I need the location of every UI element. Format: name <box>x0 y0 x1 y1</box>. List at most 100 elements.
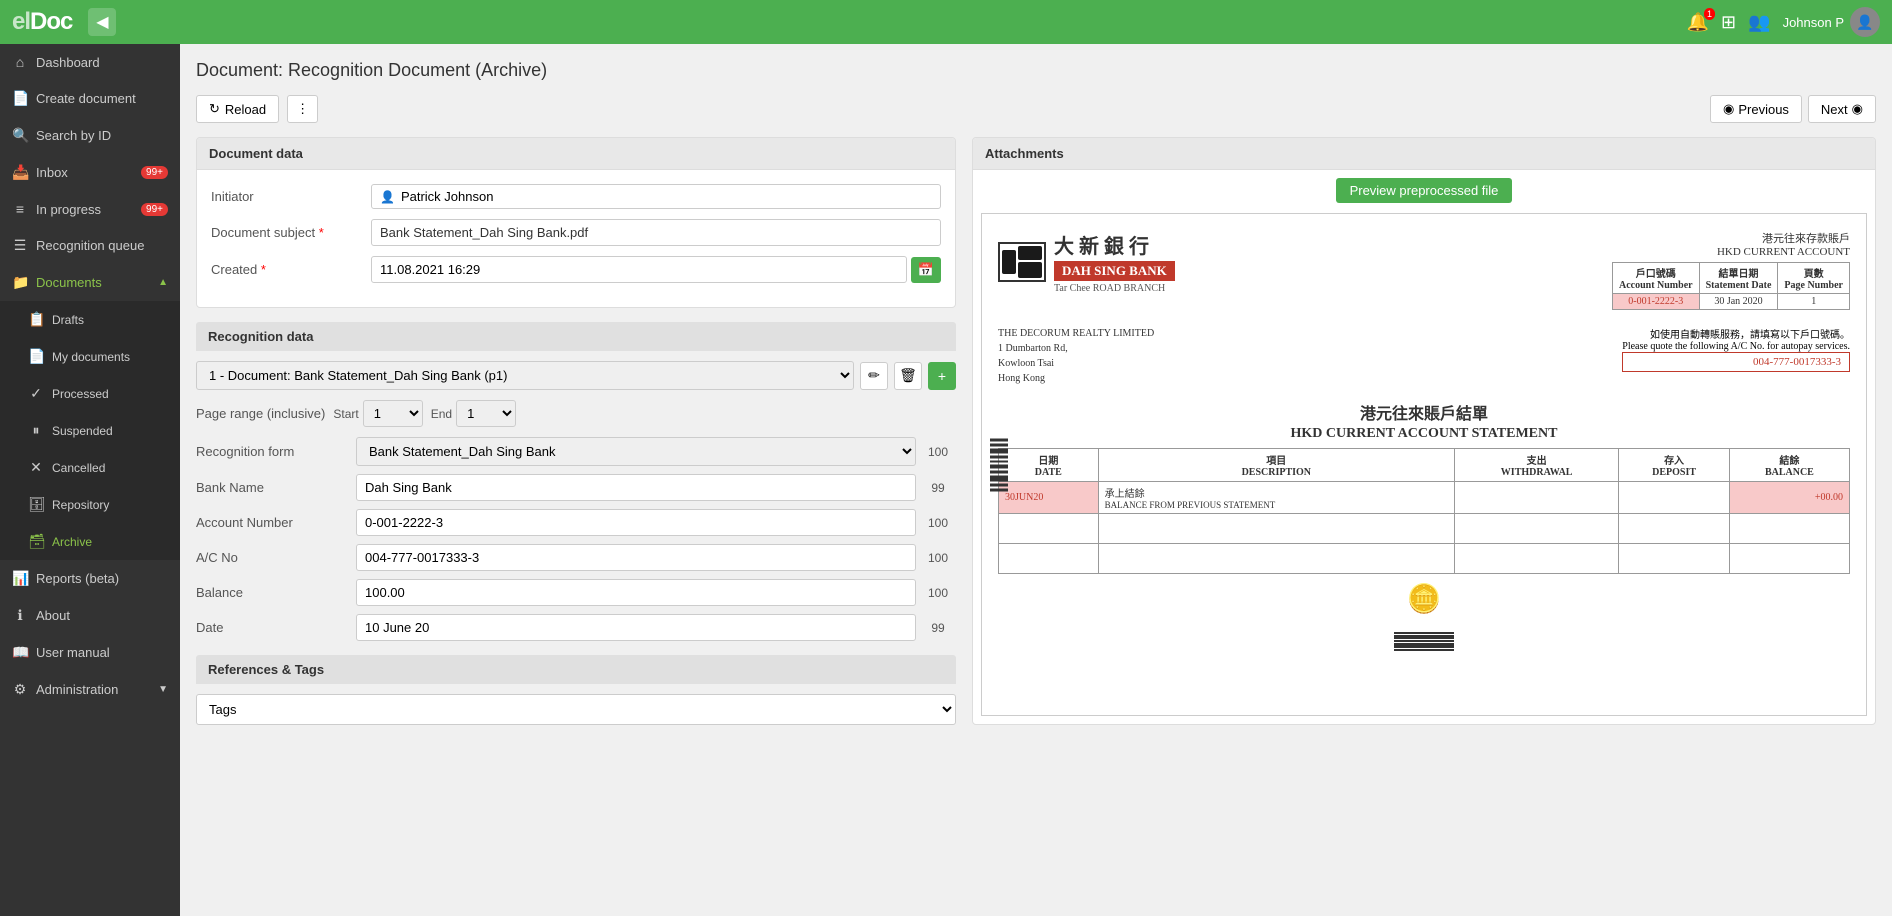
sidebar-item-repository[interactable]: 🗄 Repository <box>0 486 180 523</box>
page-range-start-select[interactable]: 1 <box>363 400 423 427</box>
edit-recognition-button[interactable]: ✏ <box>860 362 888 390</box>
sidebar-item-dashboard[interactable]: ⌂ Dashboard <box>0 44 180 80</box>
bank-logo-area: 大 新 銀 行 DAH SING BANK Tar Chee ROAD BRAN… <box>998 230 1175 294</box>
reload-icon: ↻ <box>209 101 220 117</box>
initiator-row: Initiator 👤 Patrick Johnson <box>211 184 941 209</box>
sidebar-label-drafts: Drafts <box>52 313 84 327</box>
delete-recognition-button[interactable]: 🗑 <box>894 362 922 390</box>
subject-input[interactable] <box>371 219 941 246</box>
account-number-field: 100 <box>356 509 956 536</box>
bank-account-info: 港元往來存款賬戶 HKD CURRENT ACCOUNT 戶口號碼Account… <box>1612 230 1850 310</box>
date-recog-input[interactable] <box>356 614 916 641</box>
reports-icon: 📊 <box>12 570 28 587</box>
sidebar-item-user-manual[interactable]: 📖 User manual <box>0 634 180 671</box>
row-desc-cn: 承上結餘 <box>1105 489 1145 500</box>
recognition-form-row: Recognition form Bank Statement_Dah Sing… <box>196 437 956 466</box>
bank-name-score: 99 <box>920 481 956 495</box>
sidebar-item-archive[interactable]: 🗃 Archive <box>0 523 180 560</box>
reload-button[interactable]: ↻ Reload <box>196 95 279 123</box>
drafts-icon: 📋 <box>28 311 44 328</box>
add-recognition-button[interactable]: + <box>928 362 956 390</box>
initiator-value: Patrick Johnson <box>401 189 494 204</box>
sidebar-item-search-by-id[interactable]: 🔍 Search by ID <box>0 117 180 154</box>
instructions-en: Please quote the following A/C No. for a… <box>1622 341 1850 352</box>
sidebar-label-administration: Administration <box>36 682 118 697</box>
sidebar-item-administration[interactable]: ⚙ Administration ▼ <box>0 671 180 708</box>
preview-preprocessed-button[interactable]: Preview preprocessed file <box>1336 178 1513 203</box>
bank-name-input[interactable] <box>356 474 916 501</box>
notification-badge: 1 <box>1704 8 1715 20</box>
sidebar-label-archive: Archive <box>52 535 92 549</box>
subject-label: Document subject * <box>211 225 371 240</box>
page-range-end-select[interactable]: 1 <box>456 400 516 427</box>
balance-input[interactable] <box>356 579 916 606</box>
statement-title-en: HKD CURRENT ACCOUNT STATEMENT <box>1291 426 1558 442</box>
grid-button[interactable]: ⊞ <box>1721 12 1736 33</box>
repository-icon: 🗄 <box>28 496 44 513</box>
bank-branch: Tar Chee ROAD BRANCH <box>1054 283 1175 294</box>
ac-no-box: 004-777-0017333-3 <box>1622 352 1850 372</box>
sidebar-item-processed[interactable]: ✓ Processed <box>0 375 180 412</box>
topnav-right: 🔔1 ⊞ 👥 Johnson P 👤 <box>1687 7 1880 37</box>
sidebar-label-user-manual: User manual <box>36 645 110 660</box>
sidebar-label-in-progress: In progress <box>36 202 101 217</box>
sidebar-item-documents[interactable]: 📁 Documents ▲ <box>0 264 180 301</box>
date-row-recog: Date 99 <box>196 614 956 641</box>
more-icon: ⋮ <box>296 101 309 117</box>
app-logo: elDoc <box>12 8 72 36</box>
table-row-3 <box>999 544 1850 574</box>
more-options-button[interactable]: ⋮ <box>287 95 318 123</box>
left-panel: Document data Initiator 👤 Patrick Johnso… <box>196 137 956 725</box>
sidebar-item-inbox[interactable]: 📥 Inbox 99+ <box>0 154 180 191</box>
table-row: 30JUN20 承上結餘 BALANCE FROM PREVIOUS STATE… <box>999 482 1850 514</box>
recognition-form-select[interactable]: Bank Statement_Dah Sing Bank <box>356 437 916 466</box>
ac-no-input[interactable] <box>356 544 916 571</box>
ac-no-field: 100 <box>356 544 956 571</box>
start-label: Start <box>333 407 358 421</box>
statement-date-cell: 30 Jan 2020 <box>1699 294 1778 310</box>
th-balance: 結餘BALANCE <box>1729 449 1849 482</box>
recognition-document-select[interactable]: 1 - Document: Bank Statement_Dah Sing Ba… <box>196 361 854 390</box>
address-line2: Kowloon Tsai <box>998 356 1154 371</box>
users-button[interactable]: 👥 <box>1748 12 1770 33</box>
sidebar-item-about[interactable]: ℹ About <box>0 597 180 634</box>
documents-arrow-icon: ▲ <box>158 277 168 288</box>
sidebar-item-my-documents[interactable]: 📄 My documents <box>0 338 180 375</box>
processed-icon: ✓ <box>28 385 44 402</box>
page-range-start-group: Start 1 <box>333 400 422 427</box>
sidebar-label-inbox: Inbox <box>36 165 68 180</box>
documents-icon: 📁 <box>12 274 28 291</box>
toolbar-right: ◉ Previous Next ◉ <box>1710 95 1876 123</box>
notifications-button[interactable]: 🔔1 <box>1687 12 1709 33</box>
sidebar-submenu-documents: 📋 Drafts 📄 My documents ✓ Processed ⏸ Su… <box>0 301 180 560</box>
sidebar-label-my-documents: My documents <box>52 350 130 364</box>
sidebar-item-drafts[interactable]: 📋 Drafts <box>0 301 180 338</box>
bank-address: THE DECORUM REALTY LIMITED 1 Dumbarton R… <box>998 326 1154 386</box>
sidebar-item-reports[interactable]: 📊 Reports (beta) <box>0 560 180 597</box>
avatar: 👤 <box>1850 7 1880 37</box>
address-line3: Hong Kong <box>998 371 1154 386</box>
suspended-icon: ⏸ <box>28 422 44 439</box>
previous-button[interactable]: ◉ Previous <box>1710 95 1802 123</box>
inbox-icon: 📥 <box>12 164 28 181</box>
date-row: 📅 <box>371 256 941 283</box>
sidebar-item-in-progress[interactable]: ≡ In progress 99+ <box>0 191 180 227</box>
sidebar-item-cancelled[interactable]: ✕ Cancelled <box>0 449 180 486</box>
row-desc-en-text: BALANCE FROM PREVIOUS STATEMENT <box>1105 500 1448 510</box>
account-number-input[interactable] <box>356 509 916 536</box>
th-withdrawal: 支出WITHDRAWAL <box>1454 449 1618 482</box>
tags-select[interactable]: Tags <box>196 694 956 725</box>
barcode-left <box>990 438 1008 491</box>
sidebar-item-create-document[interactable]: 📄 Create document <box>0 80 180 117</box>
calendar-button[interactable]: 📅 <box>911 257 941 283</box>
th-date: 日期DATE <box>999 449 1099 482</box>
sidebar-collapse-button[interactable]: ◀ <box>88 8 116 36</box>
sidebar-label-suspended: Suspended <box>52 424 113 438</box>
sidebar-item-suspended[interactable]: ⏸ Suspended <box>0 412 180 449</box>
home-icon: ⌂ <box>12 54 28 70</box>
sidebar-item-recognition-queue[interactable]: ☰ Recognition queue <box>0 227 180 264</box>
created-input[interactable] <box>371 256 907 283</box>
bank-instructions: 如使用自動轉賬服務，請填寫以下戶口號碼。 Please quote the fo… <box>1622 326 1850 386</box>
next-button[interactable]: Next ◉ <box>1808 95 1876 123</box>
bank-name-cn: 大 新 銀 行 <box>1054 230 1175 259</box>
